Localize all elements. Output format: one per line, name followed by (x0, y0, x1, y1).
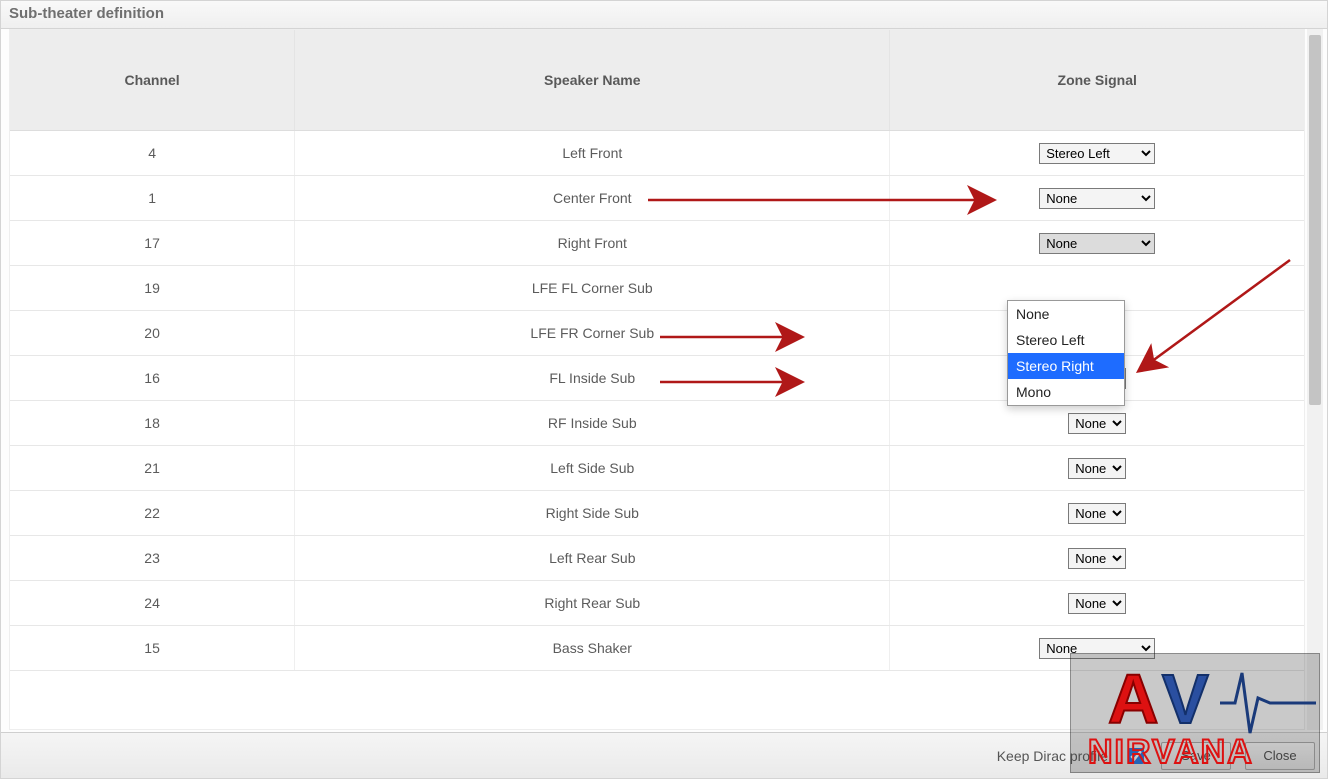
zone-signal-select[interactable]: None (1068, 503, 1126, 524)
zone-signal-cell: None (890, 176, 1304, 221)
zone-signal-cell: Stereo Left (890, 131, 1304, 176)
speaker-name-cell: RF Inside Sub (295, 401, 890, 446)
channel-cell: 1 (10, 176, 295, 221)
channel-cell: 17 (10, 221, 295, 266)
table-row: 21Left Side Sub None (10, 446, 1304, 491)
zone-signal-select[interactable]: None (1039, 638, 1155, 659)
speaker-name-cell: Left Front (295, 131, 890, 176)
table-row: 18RF Inside Sub None (10, 401, 1304, 446)
dialog-title: Sub-theater definition (1, 1, 1327, 29)
table-row: 17Right Front None (10, 221, 1304, 266)
speaker-name-cell: Right Rear Sub (295, 581, 890, 626)
dropdown-option[interactable]: Stereo Right (1008, 353, 1124, 379)
zone-signal-cell: None (890, 581, 1304, 626)
dialog-footer: Keep Dirac profile Save Close (1, 732, 1327, 778)
speaker-name-cell: Bass Shaker (295, 626, 890, 671)
col-speaker-name: Speaker Name (295, 30, 890, 131)
channel-cell: 21 (10, 446, 295, 491)
sub-theater-dialog: Sub-theater definition Channel Speaker N… (0, 0, 1328, 779)
zone-signal-select[interactable]: Stereo Left (1039, 143, 1155, 164)
channel-cell: 22 (10, 491, 295, 536)
table-row: 23Left Rear Sub None (10, 536, 1304, 581)
dropdown-option[interactable]: Stereo Left (1008, 327, 1124, 353)
speaker-name-cell: Center Front (295, 176, 890, 221)
keep-dirac-checkbox[interactable] (1128, 748, 1144, 764)
dropdown-option[interactable]: None (1008, 301, 1124, 327)
zone-signal-dropdown-list[interactable]: NoneStereo LeftStereo RightMono (1007, 300, 1125, 406)
channel-cell: 16 (10, 356, 295, 401)
table-row: 22Right Side Sub None (10, 491, 1304, 536)
zone-signal-select[interactable]: None (1039, 188, 1155, 209)
channel-cell: 19 (10, 266, 295, 311)
col-zone-signal: Zone Signal (890, 30, 1304, 131)
zone-signal-select[interactable]: None (1068, 458, 1126, 479)
channel-cell: 24 (10, 581, 295, 626)
zone-signal-select[interactable]: None (1068, 413, 1126, 434)
zone-signal-cell: None (890, 491, 1304, 536)
speaker-name-cell: LFE FL Corner Sub (295, 266, 890, 311)
zone-signal-select[interactable]: None (1068, 548, 1126, 569)
speaker-name-cell: FL Inside Sub (295, 356, 890, 401)
zone-signal-cell: None (890, 401, 1304, 446)
speaker-name-cell: Right Front (295, 221, 890, 266)
zone-signal-select[interactable]: None (1068, 593, 1126, 614)
zone-signal-cell: None (890, 626, 1304, 671)
table-row: 1Center Front None (10, 176, 1304, 221)
zone-signal-select[interactable]: None (1039, 233, 1155, 254)
speaker-name-cell: Right Side Sub (295, 491, 890, 536)
dropdown-option[interactable]: Mono (1008, 379, 1124, 405)
keep-dirac-label: Keep Dirac profile (997, 748, 1108, 764)
vertical-scrollbar[interactable] (1307, 29, 1323, 730)
table-row: 4Left Front Stereo Left (10, 131, 1304, 176)
channel-cell: 15 (10, 626, 295, 671)
close-button[interactable]: Close (1245, 742, 1315, 770)
save-button[interactable]: Save (1161, 742, 1231, 770)
channel-cell: 4 (10, 131, 295, 176)
col-channel: Channel (10, 30, 295, 131)
channel-cell: 23 (10, 536, 295, 581)
zone-signal-cell: None (890, 446, 1304, 491)
dialog-body: Channel Speaker Name Zone Signal 4Left F… (9, 29, 1327, 730)
zone-signal-cell: None (890, 536, 1304, 581)
table-row: 15Bass Shaker None (10, 626, 1304, 671)
speaker-name-cell: Left Side Sub (295, 446, 890, 491)
channel-cell: 18 (10, 401, 295, 446)
table-row: 24Right Rear Sub None (10, 581, 1304, 626)
speaker-name-cell: Left Rear Sub (295, 536, 890, 581)
channel-cell: 20 (10, 311, 295, 356)
zone-signal-cell: None (890, 221, 1304, 266)
speaker-name-cell: LFE FR Corner Sub (295, 311, 890, 356)
